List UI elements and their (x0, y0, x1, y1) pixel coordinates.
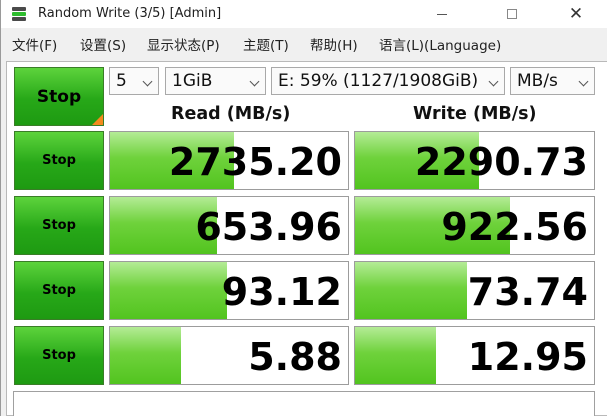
test-size-select[interactable]: 1GiB (165, 67, 266, 95)
comment-input[interactable] (13, 391, 595, 416)
row-4-write-bar (355, 327, 437, 384)
app-logo-icon (10, 5, 28, 23)
close-button[interactable]: ✕ (553, 0, 599, 28)
row-4-stop-label: Stop (42, 348, 76, 363)
row-4-write-value: 12.95 (467, 335, 588, 379)
row-4-read-value: 5.88 (248, 335, 342, 379)
chevron-down-icon (578, 76, 589, 87)
maximize-icon (507, 9, 517, 19)
row-1-stop-label: Stop (42, 153, 76, 168)
minimize-icon (437, 13, 447, 15)
row-2-stop-button[interactable]: Stop (14, 196, 104, 255)
menu-bar: 文件(F) 设置(S) 显示状态(P) 主题(T) 帮助(H) 语言(L)(La… (1, 28, 607, 57)
row-1-read-value: 2735.20 (168, 140, 342, 184)
window-title: Random Write (3/5) [Admin] (38, 6, 222, 21)
row-1-read-result: 2735.20 (109, 131, 349, 190)
menu-language[interactable]: 语言(L)(Language) (379, 34, 501, 54)
title-bar[interactable]: Random Write (3/5) [Admin] ✕ (1, 0, 607, 28)
row-3-write-bar (355, 262, 468, 319)
menu-help[interactable]: 帮助(H) (310, 34, 358, 54)
row-2-read-value: 653.96 (195, 205, 342, 249)
read-column-header: Read (MB/s) (171, 104, 291, 124)
row-1-write-result: 2290.73 (354, 131, 595, 190)
row-3-write-result: 73.74 (354, 261, 595, 320)
row-3-read-result: 93.12 (109, 261, 349, 320)
row-3-stop-label: Stop (42, 283, 76, 298)
row-4-read-result: 5.88 (109, 326, 349, 385)
close-icon: ✕ (568, 4, 584, 24)
app-window: Random Write (3/5) [Admin] ✕ 文件(F) 设置(S)… (0, 0, 607, 416)
test-count-value: 5 (116, 71, 127, 91)
row-4-write-result: 12.95 (354, 326, 595, 385)
row-3-stop-button[interactable]: Stop (14, 261, 104, 320)
menu-file[interactable]: 文件(F) (12, 34, 57, 54)
drive-value: E: 59% (1127/1908GiB) (278, 71, 479, 91)
row-2-read-result: 653.96 (109, 196, 349, 255)
chevron-down-icon (142, 76, 153, 87)
corner-indicator-icon (92, 114, 103, 125)
stop-all-button[interactable]: Stop (14, 67, 104, 126)
row-2-write-value: 922.56 (441, 205, 588, 249)
chevron-down-icon (488, 76, 499, 87)
stop-all-label: Stop (36, 86, 82, 107)
row-3-read-value: 93.12 (221, 270, 342, 314)
row-1-stop-button[interactable]: Stop (14, 131, 104, 190)
chevron-down-icon (249, 76, 260, 87)
row-4-stop-button[interactable]: Stop (14, 326, 104, 385)
maximize-button[interactable] (489, 0, 535, 28)
row-2-write-result: 922.56 (354, 196, 595, 255)
test-count-select[interactable]: 5 (109, 67, 159, 95)
write-column-header: Write (MB/s) (413, 104, 537, 124)
drive-select[interactable]: E: 59% (1127/1908GiB) (271, 67, 505, 95)
menu-display[interactable]: 显示状态(P) (147, 34, 220, 54)
unit-value: MB/s (517, 71, 558, 91)
unit-select[interactable]: MB/s (510, 67, 595, 95)
minimize-button[interactable] (419, 0, 465, 28)
menu-theme[interactable]: 主题(T) (243, 34, 289, 54)
row-3-read-bar (110, 262, 227, 319)
row-4-read-bar (110, 327, 182, 384)
row-1-write-value: 2290.73 (414, 140, 588, 184)
menu-settings[interactable]: 设置(S) (80, 34, 126, 54)
row-3-write-value: 73.74 (467, 270, 588, 314)
row-2-stop-label: Stop (42, 218, 76, 233)
test-size-value: 1GiB (172, 71, 213, 91)
